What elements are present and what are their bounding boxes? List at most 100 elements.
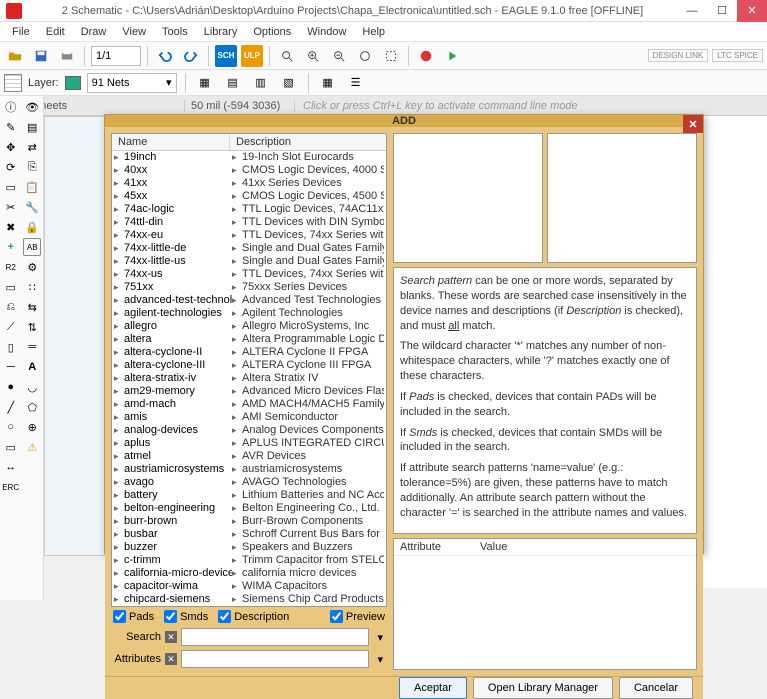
layer-swatch[interactable] [65, 76, 81, 90]
open-library-manager-button[interactable]: Open Library Manager [473, 677, 613, 699]
library-row[interactable]: ▸aplus▸APLUS INTEGRATED CIRCUITS INC. [112, 437, 386, 450]
view-grid2-icon[interactable]: ▤ [222, 72, 244, 94]
change-icon[interactable]: 🔧 [23, 198, 41, 216]
add-icon[interactable]: + [2, 238, 20, 256]
smash-icon[interactable]: ⎌ [2, 298, 20, 316]
menu-draw[interactable]: Draw [73, 24, 115, 40]
view-list2-icon[interactable]: ☰ [345, 72, 367, 94]
replace-icon[interactable]: R2 [2, 258, 20, 276]
library-row[interactable]: ▸allegro▸Allegro MicroSystems, Inc [112, 320, 386, 333]
gateswap-icon[interactable]: ⇅ [23, 318, 41, 336]
library-row[interactable]: ▸analog-devices▸Analog Devices Component… [112, 424, 386, 437]
dialog-close-icon[interactable]: ✕ [683, 115, 703, 133]
ulp-icon[interactable]: ULP [241, 45, 263, 67]
library-row[interactable]: ▸altera-cyclone-II▸ALTERA Cyclone II FPG… [112, 346, 386, 359]
dimension-icon[interactable]: ↔ [2, 458, 20, 476]
library-row[interactable]: ▸amis▸AMI Semiconductor [112, 411, 386, 424]
net-icon[interactable]: ─ [2, 358, 20, 376]
brd-icon[interactable]: SCH [215, 45, 237, 67]
library-row[interactable]: ▸74xx-us▸TTL Devices, 74xx Series with U… [112, 268, 386, 281]
zoom-redraw-icon[interactable] [354, 45, 376, 67]
library-row[interactable]: ▸advanced-test-technologies▸Advanced Tes… [112, 294, 386, 307]
attributes-input[interactable] [181, 650, 369, 668]
junction-icon[interactable]: ● [2, 378, 20, 396]
zoom-fit-icon[interactable] [276, 45, 298, 67]
library-row[interactable]: ▸belton-engineering▸Belton Engineering C… [112, 502, 386, 515]
layer-select[interactable]: 91 Nets▾ [87, 73, 177, 93]
library-row[interactable]: ▸agilent-technologies▸Agilent Technologi… [112, 307, 386, 320]
delete-icon[interactable]: ✖ [2, 218, 20, 236]
menu-library[interactable]: Library [196, 24, 246, 40]
library-row[interactable]: ▸74ac-logic▸TTL Logic Devices, 74AC11xx … [112, 203, 386, 216]
rotate-icon[interactable]: ⟳ [2, 158, 20, 176]
menu-edit[interactable]: Edit [38, 24, 73, 40]
col-name[interactable]: Name [112, 134, 230, 150]
library-row[interactable]: ▸battery▸Lithium Batteries and NC Accus [112, 489, 386, 502]
ok-button[interactable]: Aceptar [399, 677, 467, 699]
library-row[interactable]: ▸45xx▸CMOS Logic Devices, 4500 Series [112, 190, 386, 203]
designlink-badge[interactable]: DESIGN LINK [648, 49, 709, 62]
cancel-button[interactable]: Cancelar [619, 677, 693, 699]
library-row[interactable]: ▸amd-mach▸AMD MACH4/MACH5 Family (Vantis… [112, 398, 386, 411]
col-desc[interactable]: Description [230, 134, 386, 150]
split-icon[interactable]: ⟋ [2, 318, 20, 336]
library-row[interactable]: ▸capacitor-wima▸WIMA Capacitors [112, 580, 386, 593]
attr-clear-icon[interactable]: ✕ [165, 653, 177, 665]
wire-icon[interactable]: ╱ [2, 398, 20, 416]
zoom-in-icon[interactable] [302, 45, 324, 67]
view-list1-icon[interactable]: ▦ [317, 72, 339, 94]
attr-icon[interactable]: ∷ [23, 278, 41, 296]
pinswap-icon[interactable]: ⇆ [23, 298, 41, 316]
group-icon[interactable]: ▭ [2, 178, 20, 196]
open-icon[interactable] [4, 45, 26, 67]
redo-icon[interactable] [180, 45, 202, 67]
library-row[interactable]: ▸atmel▸AVR Devices [112, 450, 386, 463]
library-row[interactable]: ▸74xx-little-de▸Single and Dual Gates Fa… [112, 242, 386, 255]
command-line[interactable]: Click or press Ctrl+L key to activate co… [294, 100, 767, 112]
save-icon[interactable] [30, 45, 52, 67]
erc-icon[interactable]: ERC [2, 478, 20, 496]
library-row[interactable]: ▸austriamicrosystems▸austriamicrosystems [112, 463, 386, 476]
view-grid4-icon[interactable]: ▧ [278, 72, 300, 94]
print-icon[interactable] [56, 45, 78, 67]
label-icon[interactable]: AB [23, 238, 41, 256]
show-icon[interactable]: ✎ [2, 118, 20, 136]
zoom-select-icon[interactable] [380, 45, 402, 67]
pads-check[interactable]: Pads [113, 610, 154, 623]
view-grid1-icon[interactable]: ▦ [194, 72, 216, 94]
smds-check[interactable]: Smds [164, 610, 208, 623]
menu-options[interactable]: Options [245, 24, 299, 40]
circle-icon[interactable]: ○ [2, 418, 20, 436]
search-clear-icon[interactable]: ✕ [165, 631, 177, 643]
name-icon[interactable]: ▭ [2, 278, 20, 296]
library-row[interactable]: ▸altera▸Altera Programmable Logic Device… [112, 333, 386, 346]
library-row[interactable]: ▸altera-cyclone-III▸ALTERA Cyclone III F… [112, 359, 386, 372]
eye-icon[interactable]: 👁 [23, 98, 41, 116]
copy-icon[interactable]: ⎘ [23, 158, 41, 176]
paste-icon[interactable]: 📋 [23, 178, 41, 196]
arc-icon[interactable]: ◡ [23, 378, 41, 396]
library-row[interactable]: ▸am29-memory▸Advanced Micro Devices Flas… [112, 385, 386, 398]
library-row[interactable]: ▸74xx-eu▸TTL Devices, 74xx Series with E… [112, 229, 386, 242]
search-input[interactable] [181, 628, 369, 646]
move-icon[interactable]: ✥ [2, 138, 20, 156]
menu-window[interactable]: Window [299, 24, 354, 40]
library-row[interactable]: ▸41xx▸41xx Series Devices [112, 177, 386, 190]
view-grid3-icon[interactable]: ▥ [250, 72, 272, 94]
mark-icon[interactable]: ⊕ [23, 418, 41, 436]
library-row[interactable]: ▸19inch▸19-Inch Slot Eurocards [112, 151, 386, 164]
desc-check[interactable]: Description [218, 610, 289, 623]
info-icon[interactable]: ⓘ [2, 98, 20, 116]
stop-icon[interactable] [415, 45, 437, 67]
minimize-button[interactable]: — [677, 0, 707, 22]
library-row[interactable]: ▸c-trimm▸Trimm Capacitor from STELCO Gmb… [112, 554, 386, 567]
menu-help[interactable]: Help [354, 24, 393, 40]
lock-icon[interactable]: 🔒 [23, 218, 41, 236]
library-row[interactable]: ▸california-micro-devices▸california mic… [112, 567, 386, 580]
maximize-button[interactable]: ☐ [707, 0, 737, 22]
attribute-table[interactable]: Attribute Value [393, 538, 697, 670]
cut-icon[interactable]: ✂ [2, 198, 20, 216]
polygon-icon[interactable]: ⬠ [23, 398, 41, 416]
layer-icon[interactable]: ▤ [23, 118, 41, 136]
undo-icon[interactable] [154, 45, 176, 67]
